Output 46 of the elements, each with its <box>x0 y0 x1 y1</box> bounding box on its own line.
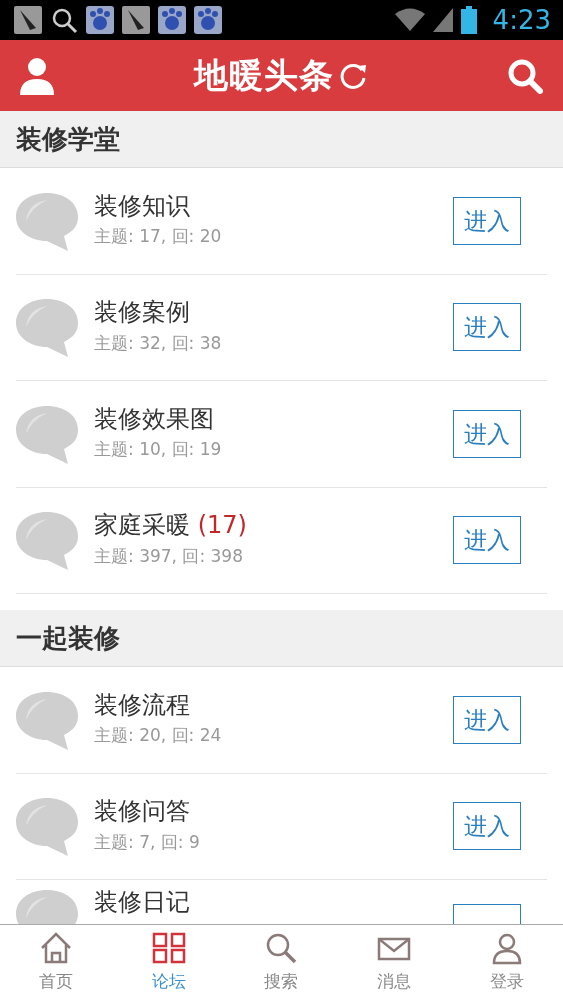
wifi-icon <box>394 8 425 32</box>
nav-tab[interactable]: 论坛 <box>112 925 226 1002</box>
enter-button[interactable]: 进入 <box>453 196 521 245</box>
enter-button[interactable]: 进入 <box>453 516 521 565</box>
enter-button[interactable]: 进入 <box>453 802 521 851</box>
app-notification-icon <box>14 6 42 34</box>
enter-button[interactable]: 进入 <box>453 695 521 744</box>
battery-icon <box>460 6 477 34</box>
nav-tab[interactable]: 消息 <box>337 925 451 1002</box>
paw-icon <box>194 6 222 34</box>
paw-icon <box>86 6 114 34</box>
app-title: 地暖头条 <box>193 54 334 97</box>
forum-name[interactable]: 装修日记 <box>94 888 453 917</box>
forum-stats: 主题: 17, 回: 20 <box>94 225 223 249</box>
forum-stats: 主题: 20, 回: 24 <box>94 724 223 748</box>
forum-name[interactable]: 家庭采暖 (17) <box>94 511 453 540</box>
forum-stats: 主题: 10, 回: 19 <box>94 438 223 462</box>
forum-name[interactable]: 装修案例 <box>94 298 453 327</box>
grid-icon <box>150 931 187 965</box>
forum-name[interactable]: 装修问答 <box>94 797 453 826</box>
speech-bubble-icon <box>16 510 78 571</box>
forum-stats: 主题: 7, 回: 9 <box>94 830 201 854</box>
enter-button[interactable]: 进入 <box>453 409 521 458</box>
speech-bubble-icon <box>16 190 78 251</box>
forum-name[interactable]: 装修流程 <box>94 690 453 720</box>
signal-icon <box>432 8 453 32</box>
forum-name[interactable]: 装修效果图 <box>94 404 453 434</box>
speech-bubble-icon <box>16 403 78 464</box>
enter-button[interactable]: 进入 <box>453 303 521 352</box>
nav-tab[interactable]: 搜索 <box>225 925 338 1002</box>
speech-bubble-icon <box>16 796 78 857</box>
forum-name[interactable]: 装修知识 <box>94 191 453 221</box>
speech-bubble-icon <box>16 689 78 750</box>
section-header: 一起装修 <box>0 610 563 667</box>
nav-tab[interactable]: 登录 <box>450 925 563 1002</box>
nav-tab[interactable]: 首页 <box>0 925 113 1002</box>
clock-time: 4:23 <box>492 3 551 37</box>
section-header: 装修学堂 <box>0 111 563 168</box>
forum-stats: 主题: 397, 回: 398 <box>94 544 244 568</box>
user-icon[interactable] <box>20 56 54 95</box>
forum-stats: 主题: 32, 回: 38 <box>94 331 223 355</box>
speech-bubble-icon <box>16 297 78 358</box>
search-icon <box>50 6 78 34</box>
search-icon[interactable] <box>507 57 543 94</box>
app-notification-icon <box>122 6 150 34</box>
paw-icon <box>158 6 186 34</box>
